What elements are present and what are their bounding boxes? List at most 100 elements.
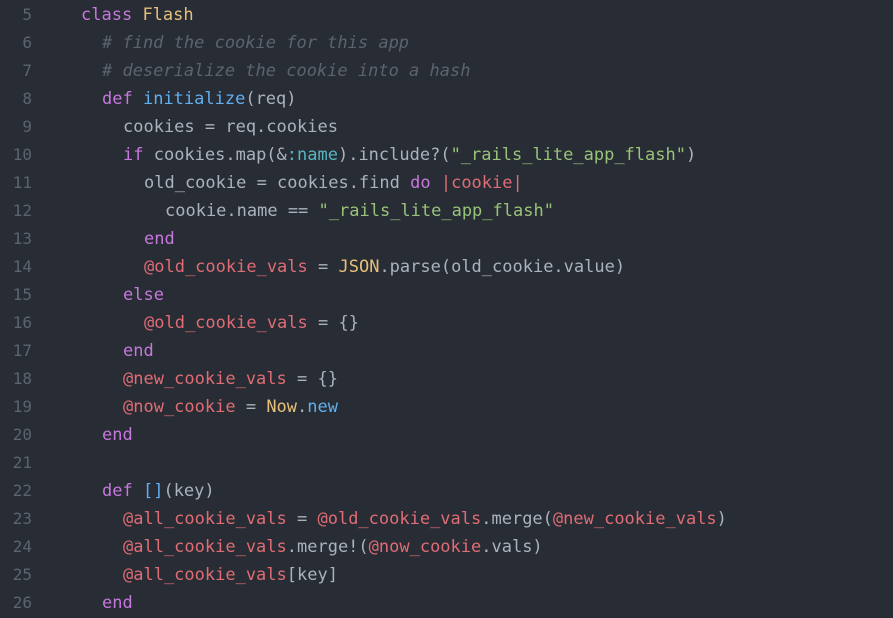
code-text: end [144, 225, 175, 253]
code-token: end [102, 425, 133, 445]
code-token: ) [716, 509, 727, 529]
code-text: end [102, 589, 133, 617]
code-token: |cookie| [440, 173, 523, 193]
code-token: def [102, 89, 133, 109]
code-token: Flash [142, 5, 194, 25]
code-line[interactable]: 19 @now_cookie = Now.new [0, 393, 893, 421]
code-line[interactable]: 18 @new_cookie_vals = {} [0, 365, 893, 393]
code-token: = [235, 397, 267, 417]
code-token: # deserialize the cookie into a hash [102, 61, 471, 81]
code-token: Now [266, 397, 298, 417]
code-token: @old_cookie_vals [144, 313, 308, 333]
code-line[interactable]: 24 @all_cookie_vals.merge!(@now_cookie.va… [0, 533, 893, 561]
code-token: old_cookie = cookies.find [144, 173, 411, 193]
code-token: [key] [286, 565, 338, 585]
code-line[interactable]: 6 # find the cookie for this app [0, 29, 893, 57]
line-number: 24 [12, 537, 32, 556]
code-text: # deserialize the cookie into a hash [102, 57, 470, 85]
code-token: ) [685, 145, 697, 165]
code-text: class Flash [81, 1, 194, 29]
code-token: do [410, 173, 431, 193]
code-line[interactable]: 11 old_cookie = cookies.find do |cookie| [0, 169, 893, 197]
code-text: def initialize(req) [102, 85, 297, 113]
code-token: = [286, 509, 318, 529]
code-token: .parse(old_cookie.value) [379, 257, 626, 277]
code-token: def [102, 481, 133, 501]
line-number: 18 [12, 369, 32, 388]
code-line[interactable]: 8 def initialize(req) [0, 85, 893, 113]
code-line[interactable]: 13 end [0, 225, 893, 253]
code-text: end [123, 337, 154, 365]
code-line[interactable]: 20 end [0, 421, 893, 449]
code-text: @old_cookie_vals = JSON.parse(old_cookie… [144, 253, 625, 281]
line-number: 20 [12, 425, 32, 444]
code-token: cookies = req.cookies [123, 117, 338, 137]
code-token: .vals) [481, 537, 543, 557]
code-token: "_rails_lite_app_flash" [450, 145, 686, 165]
line-number: 9 [22, 117, 32, 136]
code-text: @new_cookie_vals = {} [123, 365, 338, 393]
code-token: @new_cookie_vals [123, 369, 287, 389]
code-text: @old_cookie_vals = {} [144, 309, 359, 337]
code-token: (req) [245, 89, 297, 109]
code-text: if cookies.map(&:name).include?("_rails_… [123, 141, 696, 169]
code-text: old_cookie = cookies.find do |cookie| [144, 169, 523, 197]
line-number: 10 [12, 145, 32, 164]
code-text: cookie.name == "_rails_lite_app_flash" [165, 197, 554, 225]
code-line[interactable]: 14 @old_cookie_vals = JSON.parse(old_cook… [0, 253, 893, 281]
line-number: 26 [12, 593, 32, 612]
code-line[interactable]: 15 else [0, 281, 893, 309]
line-number: 14 [12, 257, 32, 276]
code-token: @all_cookie_vals [123, 537, 287, 557]
code-line[interactable]: 9 cookies = req.cookies [0, 113, 893, 141]
code-token: @new_cookie_vals [552, 509, 717, 529]
line-number: 13 [12, 229, 32, 248]
code-token: JSON [338, 257, 380, 277]
code-line[interactable]: 5 class Flash [0, 1, 893, 29]
code-token: (key) [163, 481, 215, 501]
code-line[interactable]: 23 @all_cookie_vals = @old_cookie_vals.me… [0, 505, 893, 533]
code-line[interactable]: 21 [0, 449, 893, 477]
code-line[interactable]: 10 if cookies.map(&:name).include?("_rail… [0, 141, 893, 169]
code-editor[interactable]: 5 class Flash 6 # find the cookie for this … [0, 0, 893, 618]
code-text: @now_cookie = Now.new [123, 393, 338, 421]
code-text: cookies = req.cookies [123, 113, 338, 141]
code-token: .merge( [481, 509, 553, 529]
code-line[interactable]: 16 @old_cookie_vals = {} [0, 309, 893, 337]
code-text: @all_cookie_vals[key] [123, 561, 338, 589]
line-number: 7 [22, 61, 32, 80]
code-line[interactable]: 22 def [](key) [0, 477, 893, 505]
code-token: cookies.map(& [143, 145, 287, 165]
code-token: end [102, 593, 133, 613]
code-token: @all_cookie_vals [123, 509, 287, 529]
code-token: cookie.name == [165, 201, 319, 221]
code-token: :name [286, 145, 338, 165]
code-token: class [81, 5, 133, 25]
line-number: 15 [12, 285, 32, 304]
code-token: "_rails_lite_app_flash" [318, 201, 554, 221]
code-line[interactable]: 7 # deserialize the cookie into a hash [0, 57, 893, 85]
code-token: initialize [142, 89, 246, 109]
line-number: 17 [12, 341, 32, 360]
code-token: else [123, 285, 164, 305]
code-line[interactable]: 25 @all_cookie_vals[key] [0, 561, 893, 589]
line-number: 16 [12, 313, 32, 332]
code-text: @all_cookie_vals.merge!(@now_cookie.vals… [123, 533, 543, 561]
code-token: @now_cookie [368, 537, 482, 557]
code-token: end [144, 229, 175, 249]
code-line[interactable]: 17 end [0, 337, 893, 365]
code-text: def [](key) [102, 477, 215, 505]
code-text: # find the cookie for this app [102, 29, 409, 57]
line-number: 6 [22, 33, 32, 52]
code-line[interactable]: 12 cookie.name == "_rails_lite_app_flash" [0, 197, 893, 225]
code-token: new [307, 397, 338, 417]
code-line[interactable]: 26 end [0, 589, 893, 617]
code-token: @old_cookie_vals [144, 257, 308, 277]
code-token: ).include?( [337, 145, 451, 165]
code-token: .merge!( [286, 537, 369, 557]
line-number: 11 [12, 173, 32, 192]
line-number: 19 [12, 397, 32, 416]
